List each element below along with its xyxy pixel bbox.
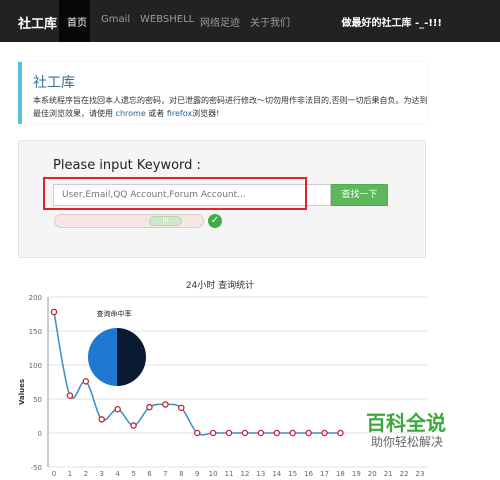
- x-tick-label: 13: [256, 470, 265, 478]
- x-tick-label: 5: [131, 470, 135, 478]
- x-tick-label: 8: [179, 470, 183, 478]
- data-point: [146, 403, 153, 411]
- x-tick-label: 0: [52, 470, 56, 478]
- y-tick-label: 200: [29, 294, 42, 302]
- watermark-title: 百科全说: [366, 411, 446, 435]
- y-tick-label: 100: [29, 362, 42, 370]
- x-tick-label: 18: [336, 470, 345, 478]
- data-point: [66, 392, 74, 399]
- data-point: [257, 429, 265, 437]
- data-point: [178, 404, 185, 412]
- data-point: [305, 429, 312, 437]
- data-point: [50, 308, 58, 316]
- data-point: [130, 422, 137, 429]
- x-tick-label: 16: [304, 470, 313, 478]
- x-tick-label: 23: [416, 470, 425, 478]
- x-tick-label: 21: [384, 470, 393, 478]
- y-tick-label: 0: [38, 430, 42, 438]
- x-tick-label: 9: [195, 470, 199, 478]
- data-point: [209, 429, 217, 437]
- x-tick-label: 11: [225, 470, 234, 478]
- data-point: [114, 405, 121, 413]
- y-tick-label: -50: [31, 464, 42, 472]
- x-tick-label: 17: [320, 470, 329, 478]
- pie-slice: [117, 328, 146, 386]
- x-tick-label: 10: [209, 470, 218, 478]
- data-point: [82, 378, 90, 385]
- watermark-subtitle: 助你轻松解决: [371, 435, 444, 449]
- x-tick-label: 12: [240, 470, 249, 478]
- x-tick-label: 20: [368, 470, 377, 478]
- data-point: [162, 401, 169, 408]
- data-point: [225, 429, 233, 437]
- data-point: [273, 429, 281, 437]
- data-point: [289, 429, 296, 437]
- data-point: [337, 429, 344, 437]
- x-tick-label: 4: [115, 470, 120, 478]
- data-point: [241, 429, 249, 437]
- x-tick-label: 14: [272, 470, 281, 478]
- x-tick-label: 3: [100, 470, 104, 478]
- x-tick-label: 6: [147, 470, 152, 478]
- x-tick-label: 15: [288, 470, 297, 478]
- x-tick-label: 7: [163, 470, 167, 478]
- pie-slice: [88, 328, 117, 386]
- data-point: [193, 429, 201, 437]
- data-point: [98, 416, 105, 423]
- data-point: [321, 429, 328, 437]
- x-tick-label: 1: [68, 470, 72, 478]
- x-tick-label: 22: [400, 470, 409, 478]
- pie-title: 查询命中率: [97, 309, 132, 318]
- x-tick-label: 2: [84, 470, 88, 478]
- y-axis-label: Values: [18, 379, 26, 405]
- y-tick-label: 150: [29, 328, 42, 336]
- y-tick-label: 50: [33, 396, 42, 404]
- x-tick-label: 19: [352, 470, 361, 478]
